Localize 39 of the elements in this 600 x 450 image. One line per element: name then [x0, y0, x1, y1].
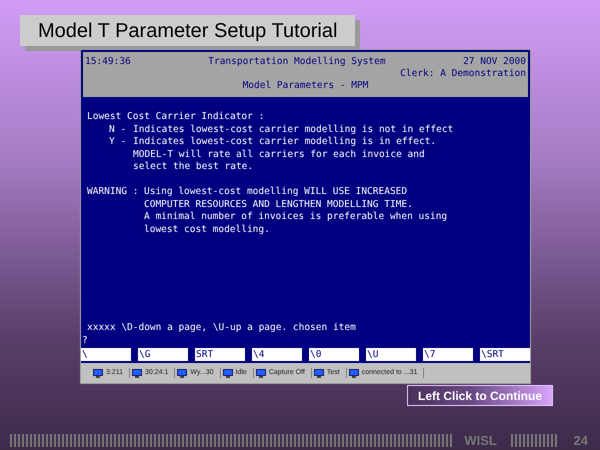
monitor-icon [348, 368, 359, 378]
section-heading: Lowest Cost Carrier Indicator : [87, 111, 266, 124]
function-key-field[interactable]: \SRT [480, 348, 530, 361]
option-description: Indicates lowest-cost carrier modelling is not in effect [133, 124, 454, 136]
option-description: select the best rate. [133, 161, 254, 174]
continue-button[interactable]: Left Click to Continue [407, 385, 553, 406]
monitor-icon [93, 368, 103, 378]
date-text: 27 NOV 2000 [463, 56, 526, 68]
system-name: Transportation Modelling System [208, 56, 386, 68]
monitor-icon [256, 368, 266, 378]
warning-text: lowest cost modelling. [144, 224, 271, 236]
function-key-field[interactable]: \0 [309, 348, 359, 361]
function-key-field[interactable]: \ [81, 348, 131, 361]
function-key-field[interactable]: \U [366, 348, 416, 361]
slide-title: Model T Parameter Setup Tutorial [20, 15, 355, 46]
monitor-icon [132, 368, 142, 378]
monitor-icon [222, 368, 233, 378]
option-description: Indicates lowest-cost carrier modelling is in effect. [133, 136, 436, 148]
monitor-icon [314, 368, 324, 378]
clock-text: 15:49:36 [85, 56, 131, 68]
screen-title: Model Parameters - MPM [242, 80, 368, 92]
page-number: 24 [574, 432, 588, 450]
warning-text: COMPUTER RESOURCES AND LENGTHEN MODELLING TIME. [144, 198, 414, 211]
clerk-text: Clerk: A Demonstration [400, 68, 526, 80]
monitor-icon [177, 368, 188, 378]
option-description: MODEL-T will rate all carriers for each invoice and [133, 148, 426, 161]
function-key-field[interactable]: SRT [195, 348, 245, 361]
warning-label: WARNING : [87, 186, 140, 199]
function-key-field[interactable]: \7 [423, 348, 473, 361]
option-code: Y - [108, 136, 128, 149]
prompt-text: xxxxx \D-down a page, \U-up a page. chosen item [87, 322, 357, 334]
bar-pattern [510, 434, 558, 448]
function-key-field[interactable]: \4 [252, 348, 302, 361]
footer-label: WISL [464, 432, 497, 450]
warning-text: Using lowest-cost modelling WILL USE INCREASED [144, 186, 408, 198]
option-code: N - [108, 124, 128, 136]
function-key-field[interactable]: \G [138, 348, 188, 361]
command-input[interactable]: ? [82, 334, 524, 347]
warning-text: A minimal number of invoices is preferable when using [144, 211, 448, 224]
